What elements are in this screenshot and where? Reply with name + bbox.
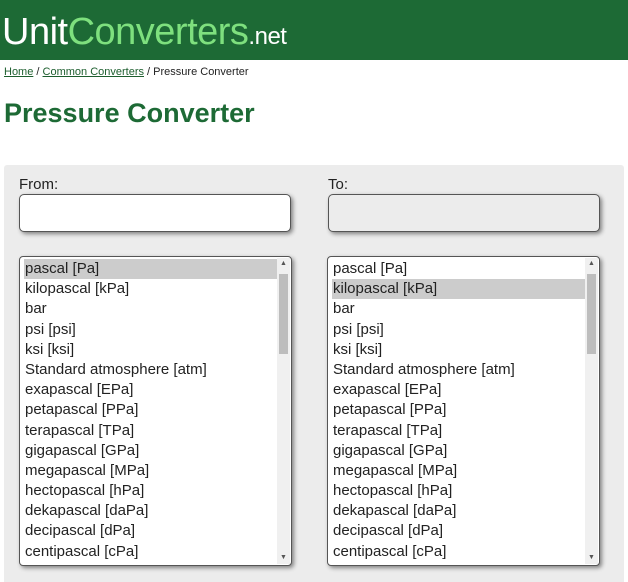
- breadcrumb-common-converters-link[interactable]: Common Converters: [43, 66, 144, 78]
- from-unit-option[interactable]: ksi [ksi]: [24, 340, 277, 360]
- to-unit-options: pascal [Pa] kilopascal [kPa] bar psi [psi] k…: [328, 257, 585, 565]
- from-label: From:: [19, 176, 59, 193]
- site-header: UnitConverters.net: [0, 0, 628, 60]
- from-value-input[interactable]: [19, 194, 291, 232]
- from-unit-option[interactable]: pascal [Pa]: [24, 259, 277, 280]
- to-unit-option[interactable]: kilopascal [kPa]: [332, 279, 585, 300]
- scroll-up-arrow-icon[interactable]: ▲: [585, 258, 598, 270]
- from-unit-option[interactable]: exapascal [EPa]: [24, 380, 277, 400]
- from-unit-option[interactable]: hectopascal [hPa]: [24, 481, 277, 501]
- to-unit-option[interactable]: decipascal [dPa]: [332, 521, 585, 541]
- scroll-up-arrow-icon[interactable]: ▲: [277, 258, 290, 270]
- to-unit-option[interactable]: exapascal [EPa]: [332, 380, 585, 400]
- from-unit-option[interactable]: dekapascal [daPa]: [24, 501, 277, 521]
- logo-net: .net: [248, 23, 287, 50]
- breadcrumb-separator: /: [33, 66, 43, 78]
- to-unit-option[interactable]: pascal [Pa]: [332, 259, 585, 279]
- from-unit-list[interactable]: pascal [Pa] kilopascal [kPa] bar psi [psi] k…: [19, 256, 292, 566]
- to-list-scrollbar[interactable]: ▲ ▼: [585, 258, 598, 564]
- to-unit-option[interactable]: dekapascal [daPa]: [332, 501, 585, 521]
- from-unit-option[interactable]: terapascal [TPa]: [24, 421, 277, 441]
- to-unit-option[interactable]: petapascal [PPa]: [332, 400, 585, 420]
- from-unit-option[interactable]: petapascal [PPa]: [24, 400, 277, 420]
- to-unit-option[interactable]: terapascal [TPa]: [332, 421, 585, 441]
- scroll-down-arrow-icon[interactable]: ▼: [277, 552, 290, 564]
- site-logo[interactable]: UnitConverters.net: [2, 10, 287, 59]
- from-list-scrollbar[interactable]: ▲ ▼: [277, 258, 290, 564]
- to-unit-option[interactable]: millipascal [mPa]: [332, 562, 585, 565]
- to-unit-option[interactable]: megapascal [MPa]: [332, 461, 585, 481]
- from-unit-option[interactable]: bar: [24, 299, 277, 319]
- to-unit-option[interactable]: bar: [332, 299, 585, 319]
- to-value-output: [328, 194, 600, 232]
- from-unit-option[interactable]: psi [psi]: [24, 320, 277, 340]
- to-unit-option[interactable]: centipascal [cPa]: [332, 542, 585, 562]
- breadcrumb-separator: /: [144, 66, 154, 78]
- from-unit-option[interactable]: kilopascal [kPa]: [24, 279, 277, 299]
- scrollbar-thumb[interactable]: [587, 274, 596, 354]
- to-unit-option[interactable]: psi [psi]: [332, 320, 585, 340]
- to-unit-option[interactable]: hectopascal [hPa]: [332, 481, 585, 501]
- from-unit-option[interactable]: decipascal [dPa]: [24, 521, 277, 541]
- page-title: Pressure Converter: [4, 98, 255, 128]
- from-unit-option[interactable]: megapascal [MPa]: [24, 461, 277, 481]
- breadcrumb-current: Pressure Converter: [153, 66, 249, 78]
- from-unit-options: pascal [Pa] kilopascal [kPa] bar psi [psi] k…: [20, 257, 277, 565]
- from-unit-option[interactable]: gigapascal [GPa]: [24, 441, 277, 461]
- from-unit-option[interactable]: millipascal [mPa]: [24, 562, 277, 565]
- to-unit-list[interactable]: pascal [Pa] kilopascal [kPa] bar psi [psi] k…: [327, 256, 600, 566]
- breadcrumb: Home / Common Converters / Pressure Conv…: [4, 66, 249, 78]
- breadcrumb-home-link[interactable]: Home: [4, 66, 33, 78]
- scroll-down-arrow-icon[interactable]: ▼: [585, 552, 598, 564]
- from-unit-option[interactable]: Standard atmosphere [atm]: [24, 360, 277, 380]
- logo-unit: Unit: [2, 11, 68, 53]
- scrollbar-thumb[interactable]: [279, 274, 288, 354]
- to-unit-option[interactable]: ksi [ksi]: [332, 340, 585, 360]
- to-label: To:: [328, 176, 349, 193]
- to-unit-option[interactable]: Standard atmosphere [atm]: [332, 360, 585, 380]
- logo-converters: Converters: [67, 11, 249, 53]
- to-unit-option[interactable]: gigapascal [GPa]: [332, 441, 585, 461]
- from-unit-option[interactable]: centipascal [cPa]: [24, 542, 277, 562]
